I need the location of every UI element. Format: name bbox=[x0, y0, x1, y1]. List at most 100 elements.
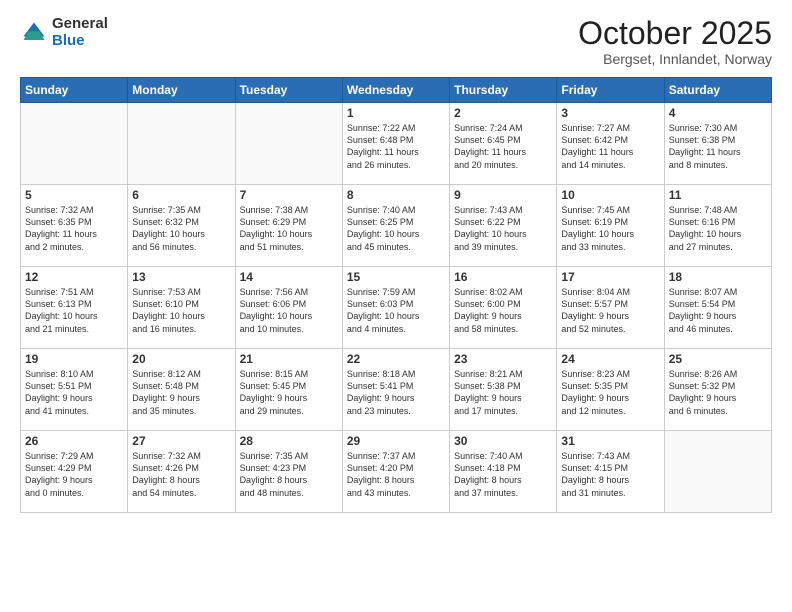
day-number: 11 bbox=[669, 188, 767, 202]
calendar-cell: 29 Sunrise: 7:37 AM Sunset: 4:20 PM Dayli… bbox=[342, 431, 449, 513]
calendar-cell: 10Sunrise: 7:45 AM Sunset: 6:19 PM Dayli… bbox=[557, 185, 664, 267]
calendar-cell: 8Sunrise: 7:40 AM Sunset: 6:25 PM Daylig… bbox=[342, 185, 449, 267]
calendar-cell: 9Sunrise: 7:43 AM Sunset: 6:22 PM Daylig… bbox=[450, 185, 557, 267]
day-number: 14 bbox=[240, 270, 338, 284]
location: Bergset, Innlandet, Norway bbox=[578, 51, 772, 67]
day-number: 3 bbox=[561, 106, 659, 120]
calendar-cell: 14 Sunrise: 7:56 AM Sunset: 6:06 PM Dayli… bbox=[235, 267, 342, 349]
calendar-cell bbox=[235, 103, 342, 185]
calendar-cell: 5Sunrise: 7:32 AM Sunset: 6:35 PM Daylig… bbox=[21, 185, 128, 267]
day-info: Sunrise: 8:02 AM Sunset: 6:00 PM Dayligh… bbox=[454, 286, 552, 335]
day-number: 23 bbox=[454, 352, 552, 366]
day-info: Sunrise: 7:22 AM Sunset: 6:48 PM Dayligh… bbox=[347, 122, 445, 171]
day-info: Sunrise: 7:40 AM Sunset: 4:18 PM Dayligh… bbox=[454, 450, 552, 499]
day-info: Sunrise: 8:21 AM Sunset: 5:38 PM Dayligh… bbox=[454, 368, 552, 417]
weekday-header: Friday bbox=[557, 78, 664, 103]
day-number: 19 bbox=[25, 352, 123, 366]
day-info: Sunrise: 7:45 AM Sunset: 6:19 PM Dayligh… bbox=[561, 204, 659, 253]
day-info: Sunrise: 7:53 AM Sunset: 6:10 PM Dayligh… bbox=[132, 286, 230, 335]
day-info: Sunrise: 7:51 AM Sunset: 6:13 PM Dayligh… bbox=[25, 286, 123, 335]
day-info: Sunrise: 7:27 AM Sunset: 6:42 PM Dayligh… bbox=[561, 122, 659, 171]
day-number: 13 bbox=[132, 270, 230, 284]
calendar-cell: 23 Sunrise: 8:21 AM Sunset: 5:38 PM Dayli… bbox=[450, 349, 557, 431]
calendar-week-row: 12 Sunrise: 7:51 AM Sunset: 6:13 PM Dayli… bbox=[21, 267, 772, 349]
weekday-header: Sunday bbox=[21, 78, 128, 103]
day-info: Sunrise: 8:07 AM Sunset: 5:54 PM Dayligh… bbox=[669, 286, 767, 335]
day-info: Sunrise: 7:37 AM Sunset: 4:20 PM Dayligh… bbox=[347, 450, 445, 499]
logo-blue-text: Blue bbox=[52, 33, 108, 50]
weekday-header: Thursday bbox=[450, 78, 557, 103]
weekday-header: Wednesday bbox=[342, 78, 449, 103]
day-info: Sunrise: 7:24 AM Sunset: 6:45 PM Dayligh… bbox=[454, 122, 552, 171]
month-title: October 2025 bbox=[578, 16, 772, 51]
day-number: 16 bbox=[454, 270, 552, 284]
day-info: Sunrise: 7:40 AM Sunset: 6:25 PM Dayligh… bbox=[347, 204, 445, 253]
logo-icon bbox=[20, 19, 48, 47]
day-number: 29 bbox=[347, 434, 445, 448]
day-info: Sunrise: 7:43 AM Sunset: 6:22 PM Dayligh… bbox=[454, 204, 552, 253]
calendar: SundayMondayTuesdayWednesdayThursdayFrid… bbox=[20, 77, 772, 513]
day-info: Sunrise: 8:23 AM Sunset: 5:35 PM Dayligh… bbox=[561, 368, 659, 417]
calendar-cell: 21Sunrise: 8:15 AM Sunset: 5:45 PM Dayli… bbox=[235, 349, 342, 431]
day-info: Sunrise: 7:59 AM Sunset: 6:03 PM Dayligh… bbox=[347, 286, 445, 335]
calendar-cell: 15 Sunrise: 7:59 AM Sunset: 6:03 PM Dayli… bbox=[342, 267, 449, 349]
day-info: Sunrise: 7:56 AM Sunset: 6:06 PM Dayligh… bbox=[240, 286, 338, 335]
day-info: Sunrise: 7:32 AM Sunset: 4:26 PM Dayligh… bbox=[132, 450, 230, 499]
calendar-cell: 24 Sunrise: 8:23 AM Sunset: 5:35 PM Dayli… bbox=[557, 349, 664, 431]
day-number: 1 bbox=[347, 106, 445, 120]
logo-text: General Blue bbox=[52, 16, 108, 49]
day-number: 25 bbox=[669, 352, 767, 366]
day-number: 6 bbox=[132, 188, 230, 202]
day-info: Sunrise: 8:10 AM Sunset: 5:51 PM Dayligh… bbox=[25, 368, 123, 417]
calendar-cell: 16 Sunrise: 8:02 AM Sunset: 6:00 PM Dayli… bbox=[450, 267, 557, 349]
calendar-cell bbox=[128, 103, 235, 185]
calendar-cell: 7 Sunrise: 7:38 AM Sunset: 6:29 PM Daylig… bbox=[235, 185, 342, 267]
day-info: Sunrise: 7:30 AM Sunset: 6:38 PM Dayligh… bbox=[669, 122, 767, 171]
day-info: Sunrise: 8:26 AM Sunset: 5:32 PM Dayligh… bbox=[669, 368, 767, 417]
calendar-cell: 20Sunrise: 8:12 AM Sunset: 5:48 PM Dayli… bbox=[128, 349, 235, 431]
logo-general-text: General bbox=[52, 16, 108, 33]
weekday-header: Saturday bbox=[664, 78, 771, 103]
day-info: Sunrise: 7:29 AM Sunset: 4:29 PM Dayligh… bbox=[25, 450, 123, 499]
calendar-cell: 26Sunrise: 7:29 AM Sunset: 4:29 PM Dayli… bbox=[21, 431, 128, 513]
calendar-cell: 22Sunrise: 8:18 AM Sunset: 5:41 PM Dayli… bbox=[342, 349, 449, 431]
day-number: 17 bbox=[561, 270, 659, 284]
calendar-cell: 11 Sunrise: 7:48 AM Sunset: 6:16 PM Dayli… bbox=[664, 185, 771, 267]
calendar-cell: 2 Sunrise: 7:24 AM Sunset: 6:45 PM Daylig… bbox=[450, 103, 557, 185]
day-number: 18 bbox=[669, 270, 767, 284]
day-number: 2 bbox=[454, 106, 552, 120]
day-number: 24 bbox=[561, 352, 659, 366]
calendar-cell: 19 Sunrise: 8:10 AM Sunset: 5:51 PM Dayli… bbox=[21, 349, 128, 431]
header: General Blue October 2025 Bergset, Innla… bbox=[20, 16, 772, 67]
calendar-week-row: 19 Sunrise: 8:10 AM Sunset: 5:51 PM Dayli… bbox=[21, 349, 772, 431]
day-number: 12 bbox=[25, 270, 123, 284]
day-number: 20 bbox=[132, 352, 230, 366]
day-number: 28 bbox=[240, 434, 338, 448]
day-info: Sunrise: 7:35 AM Sunset: 4:23 PM Dayligh… bbox=[240, 450, 338, 499]
weekday-header: Monday bbox=[128, 78, 235, 103]
day-info: Sunrise: 8:04 AM Sunset: 5:57 PM Dayligh… bbox=[561, 286, 659, 335]
day-number: 7 bbox=[240, 188, 338, 202]
calendar-cell: 18 Sunrise: 8:07 AM Sunset: 5:54 PM Dayli… bbox=[664, 267, 771, 349]
calendar-cell: 6 Sunrise: 7:35 AM Sunset: 6:32 PM Daylig… bbox=[128, 185, 235, 267]
day-number: 4 bbox=[669, 106, 767, 120]
day-info: Sunrise: 7:38 AM Sunset: 6:29 PM Dayligh… bbox=[240, 204, 338, 253]
day-number: 15 bbox=[347, 270, 445, 284]
title-block: October 2025 Bergset, Innlandet, Norway bbox=[578, 16, 772, 67]
calendar-cell: 4 Sunrise: 7:30 AM Sunset: 6:38 PM Daylig… bbox=[664, 103, 771, 185]
day-info: Sunrise: 8:18 AM Sunset: 5:41 PM Dayligh… bbox=[347, 368, 445, 417]
calendar-cell: 30 Sunrise: 7:40 AM Sunset: 4:18 PM Dayli… bbox=[450, 431, 557, 513]
calendar-cell: 1 Sunrise: 7:22 AM Sunset: 6:48 PM Daylig… bbox=[342, 103, 449, 185]
calendar-cell: 28 Sunrise: 7:35 AM Sunset: 4:23 PM Dayli… bbox=[235, 431, 342, 513]
day-number: 5 bbox=[25, 188, 123, 202]
day-number: 30 bbox=[454, 434, 552, 448]
day-info: Sunrise: 7:35 AM Sunset: 6:32 PM Dayligh… bbox=[132, 204, 230, 253]
calendar-cell: 25 Sunrise: 8:26 AM Sunset: 5:32 PM Dayli… bbox=[664, 349, 771, 431]
day-info: Sunrise: 7:48 AM Sunset: 6:16 PM Dayligh… bbox=[669, 204, 767, 253]
page: General Blue October 2025 Bergset, Innla… bbox=[0, 0, 792, 612]
calendar-cell: 27Sunrise: 7:32 AM Sunset: 4:26 PM Dayli… bbox=[128, 431, 235, 513]
day-info: Sunrise: 7:43 AM Sunset: 4:15 PM Dayligh… bbox=[561, 450, 659, 499]
calendar-cell bbox=[21, 103, 128, 185]
calendar-header-row: SundayMondayTuesdayWednesdayThursdayFrid… bbox=[21, 78, 772, 103]
calendar-cell: 12 Sunrise: 7:51 AM Sunset: 6:13 PM Dayli… bbox=[21, 267, 128, 349]
